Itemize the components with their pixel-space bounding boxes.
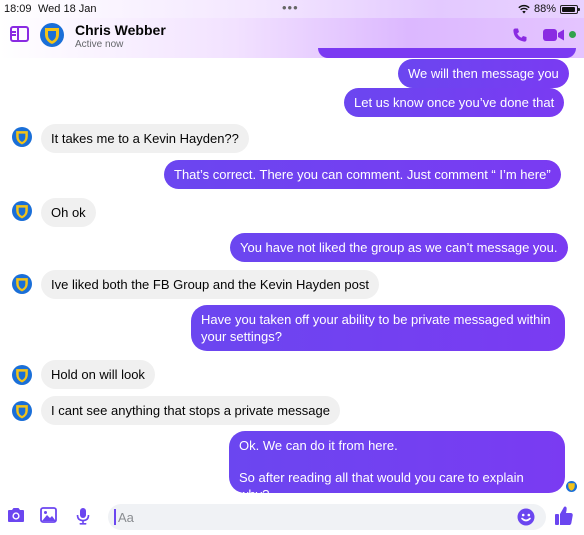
contact-avatar-shield-icon[interactable] <box>40 23 64 47</box>
contact-avatar-shield-icon[interactable] <box>12 274 32 294</box>
partially-hidden-message <box>318 48 576 58</box>
battery-percentage: 88% <box>533 3 556 15</box>
camera-icon[interactable] <box>7 507 25 523</box>
status-bar: 18:09 Wed 18 Jan ••• 88% <box>0 0 584 18</box>
status-indicators: 88% <box>518 3 580 15</box>
video-camera-icon[interactable] <box>543 28 565 42</box>
active-status-dot <box>569 31 576 38</box>
multitasking-dots[interactable]: ••• <box>282 0 299 15</box>
message-bubble-outgoing[interactable]: We will then message you <box>398 59 569 88</box>
contact-avatar-shield-icon[interactable] <box>12 365 32 385</box>
message-bubble-outgoing[interactable]: You have not liked the group as we can’t… <box>230 233 568 262</box>
photo-gallery-icon[interactable] <box>40 507 57 523</box>
microphone-icon[interactable] <box>76 507 90 525</box>
message-input[interactable] <box>108 504 546 530</box>
contact-status: Active now <box>75 39 124 50</box>
thumbs-up-icon[interactable] <box>554 505 574 526</box>
seen-receipt-avatar-icon <box>566 481 577 492</box>
text-cursor <box>114 509 116 525</box>
message-line: Ok. We can do it from here. <box>239 438 398 453</box>
message-bubble-incoming[interactable]: Oh ok <box>41 198 96 227</box>
message-line: So after reading all that would you care… <box>239 470 524 502</box>
message-bubble-incoming[interactable]: Hold on will look <box>41 360 155 389</box>
emoji-icon[interactable] <box>517 508 535 526</box>
contact-avatar-shield-icon[interactable] <box>12 401 32 421</box>
message-bubble-outgoing-multiline[interactable]: Ok. We can do it from here. So after rea… <box>229 431 565 502</box>
sidebar-toggle-icon[interactable] <box>10 26 29 42</box>
message-bubble-incoming[interactable]: I cant see anything that stops a private… <box>41 396 340 425</box>
message-bubble-outgoing[interactable]: That’s correct. There you can comment. J… <box>164 160 561 189</box>
message-bubble-outgoing[interactable]: Have you taken off your ability to be pr… <box>191 305 565 351</box>
message-bubble-outgoing[interactable]: Let us know once you’ve done that <box>344 88 565 117</box>
contact-name[interactable]: Chris Webber <box>75 22 166 38</box>
phone-icon[interactable] <box>512 27 528 43</box>
contact-avatar-shield-icon[interactable] <box>12 127 32 147</box>
contact-avatar-shield-icon[interactable] <box>12 201 32 221</box>
battery-icon <box>560 4 580 14</box>
message-bubble-incoming[interactable]: Ive liked both the FB Group and the Kevi… <box>41 270 379 299</box>
status-date: Wed 18 Jan <box>38 3 97 15</box>
status-time: 18:09 <box>4 3 32 15</box>
message-bubble-incoming[interactable]: It takes me to a Kevin Hayden?? <box>41 124 249 153</box>
wifi-icon <box>518 4 530 14</box>
